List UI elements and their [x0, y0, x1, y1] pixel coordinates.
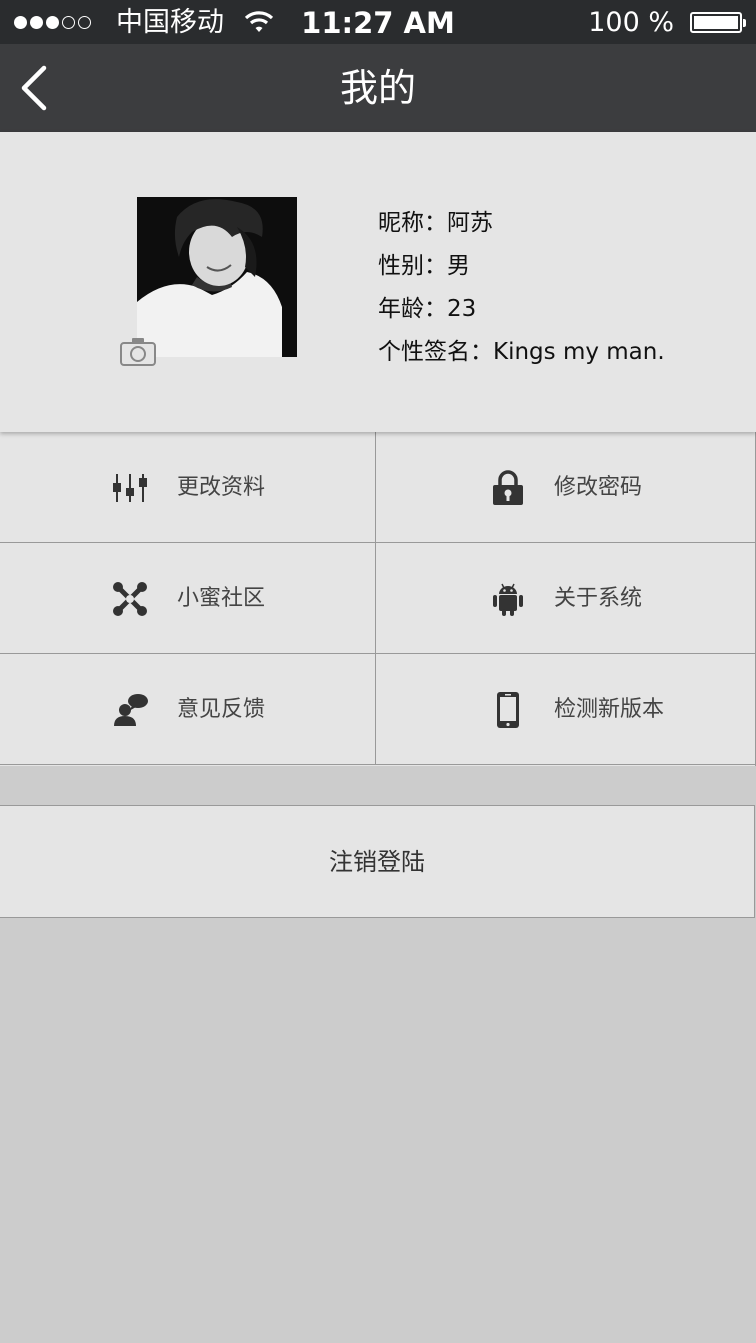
menu-item-check-update[interactable]: 检测新版本 — [376, 654, 755, 765]
page-title: 我的 — [339, 66, 416, 110]
menu-label-about: 关于系统 — [554, 586, 643, 611]
nav-bar: 我的 — [0, 44, 756, 132]
battery-percent: 100 % — [588, 7, 674, 38]
logout-button[interactable]: 注销登陆 — [0, 805, 755, 918]
menu-item-change-password[interactable]: 修改密码 — [376, 432, 755, 543]
nickname-text: 昵称：阿苏 — [378, 210, 493, 236]
sliders-icon — [113, 474, 147, 502]
age-text: 年龄：23 — [378, 296, 477, 322]
signature-text: 个性签名：Kings my man. — [378, 339, 665, 365]
menu-item-edit-profile[interactable]: 更改资料 — [0, 432, 376, 543]
menu-item-about[interactable]: 关于系统 — [376, 543, 755, 654]
menu-label-check-update: 检测新版本 — [554, 697, 665, 722]
menu-label-edit-profile: 更改资料 — [177, 475, 266, 500]
profile-card: 昵称：阿苏 性别：男 年龄：23 个性签名：Kings my man. — [0, 132, 756, 432]
phone-icon — [497, 692, 519, 728]
battery-icon — [690, 12, 746, 33]
menu-item-feedback[interactable]: 意见反馈 — [0, 654, 376, 765]
menu-label-change-password: 修改密码 — [554, 475, 643, 500]
feedback-icon — [114, 694, 148, 726]
android-icon — [493, 583, 523, 616]
menu-label-community: 小蜜社区 — [177, 586, 266, 611]
joomla-icon — [113, 582, 147, 616]
menu-label-feedback: 意见反馈 — [177, 697, 266, 722]
gender-text: 性别：男 — [378, 253, 470, 279]
avatar[interactable] — [137, 197, 297, 357]
camera-icon[interactable] — [120, 336, 156, 366]
menu-item-community[interactable]: 小蜜社区 — [0, 543, 376, 654]
lock-icon — [493, 470, 523, 505]
profile-info: 昵称：阿苏 性别：男 年龄：23 个性签名：Kings my man. — [378, 202, 665, 374]
menu-grid: 更改资料 修改密码 小蜜社区 关于系统 意见反馈 检测新版本 — [0, 432, 756, 766]
status-bar: 中国移动 11:27 AM 100 % — [0, 0, 756, 44]
